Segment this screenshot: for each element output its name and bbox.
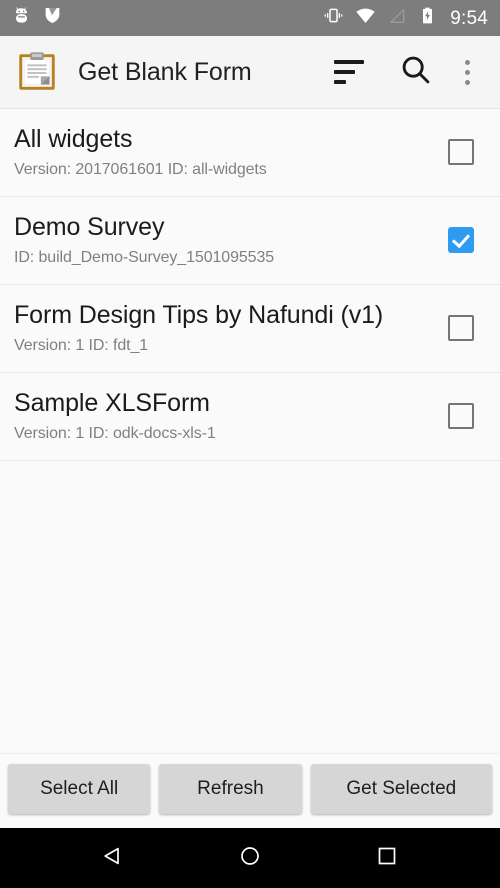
app-bar-actions xyxy=(324,47,484,97)
home-icon xyxy=(238,844,262,873)
refresh-button[interactable]: Refresh xyxy=(159,764,302,814)
form-subtitle: Version: 2017061601 ID: all-widgets xyxy=(14,161,267,179)
odk-check-icon xyxy=(43,6,62,30)
home-button[interactable] xyxy=(221,836,279,880)
form-checkbox[interactable] xyxy=(448,315,474,341)
back-icon xyxy=(101,844,125,873)
sort-button[interactable] xyxy=(324,47,374,97)
get-selected-button[interactable]: Get Selected xyxy=(310,764,492,814)
sort-icon xyxy=(334,60,364,84)
clipboard-icon xyxy=(14,49,60,95)
status-bar-clock: 9:54 xyxy=(450,7,488,29)
form-item-text: Form Design Tips by Nafundi (v1) Version… xyxy=(14,300,448,355)
cell-signal-icon xyxy=(387,6,407,31)
form-item-text: All widgets Version: 2017061601 ID: all-… xyxy=(14,124,448,179)
table-row[interactable]: All widgets Version: 2017061601 ID: all-… xyxy=(0,109,500,197)
form-checkbox[interactable] xyxy=(448,227,474,253)
recents-button[interactable] xyxy=(358,836,416,880)
form-title: Sample XLSForm xyxy=(14,389,210,418)
table-row[interactable]: Demo Survey ID: build_Demo-Survey_150109… xyxy=(0,197,500,285)
select-all-button[interactable]: Select All xyxy=(8,764,151,814)
table-row[interactable]: Form Design Tips by Nafundi (v1) Version… xyxy=(0,285,500,373)
form-subtitle: ID: build_Demo-Survey_1501095535 xyxy=(14,249,275,267)
back-button[interactable] xyxy=(84,836,142,880)
form-checkbox[interactable] xyxy=(448,403,474,429)
form-list: All widgets Version: 2017061601 ID: all-… xyxy=(0,109,500,753)
table-row[interactable]: Sample XLSForm Version: 1 ID: odk-docs-x… xyxy=(0,373,500,461)
app-bar: Get Blank Form xyxy=(0,36,500,109)
bottom-button-bar: Select All Refresh Get Selected xyxy=(0,753,500,828)
form-subtitle: Version: 1 ID: odk-docs-xls-1 xyxy=(14,425,216,443)
page-title: Get Blank Form xyxy=(78,57,252,86)
form-item-text: Sample XLSForm Version: 1 ID: odk-docs-x… xyxy=(14,388,448,443)
status-bar-right-icons: 9:54 xyxy=(323,5,488,31)
form-title: Demo Survey xyxy=(14,213,165,242)
search-button[interactable] xyxy=(390,47,440,97)
form-subtitle: Version: 1 ID: fdt_1 xyxy=(14,337,149,355)
battery-charging-icon xyxy=(418,6,437,30)
form-title: Form Design Tips by Nafundi (v1) xyxy=(14,301,384,330)
status-bar-left-icons xyxy=(12,6,62,30)
status-bar: 9:54 xyxy=(0,0,500,36)
overflow-menu-button[interactable] xyxy=(450,47,484,97)
form-title: All widgets xyxy=(14,125,133,154)
search-icon xyxy=(399,53,432,91)
form-item-text: Demo Survey ID: build_Demo-Survey_150109… xyxy=(14,212,448,267)
recents-icon xyxy=(375,844,399,873)
android-nav-bar xyxy=(0,828,500,888)
android-bug-icon xyxy=(12,6,31,30)
phone-screen: 9:54 Get Blank Form All widgets Version:… xyxy=(0,0,500,888)
overflow-menu-icon xyxy=(464,59,470,85)
vibrate-icon xyxy=(323,5,344,31)
form-checkbox[interactable] xyxy=(448,139,474,165)
wifi-icon xyxy=(355,5,376,31)
